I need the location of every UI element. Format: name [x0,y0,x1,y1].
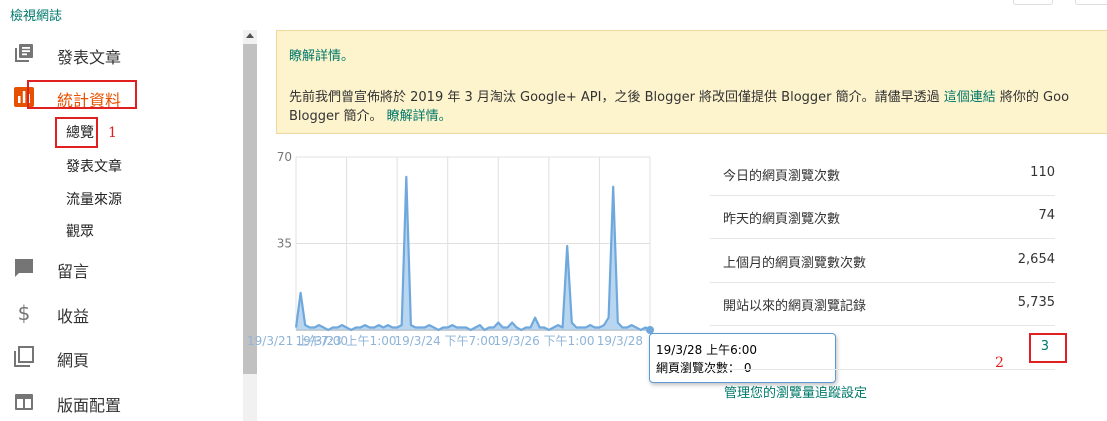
sidebar-item-comments[interactable]: 留言 [0,250,240,286]
stats-row-today: 今日的網頁瀏覽次數 110 [710,152,1055,196]
sidebar-item-earnings[interactable]: $ 收益 [0,295,240,331]
highlight-box-value [1029,333,1067,363]
annotation-label-1: 1 [108,125,117,141]
learn-more-link[interactable]: 瞭解詳情。 [289,49,354,64]
x-tick-label: 19/3/26 下午1:00 [493,334,594,348]
stats-value: 110 [1030,165,1055,180]
stats-label: 今日的網頁瀏覽次數 [723,169,841,184]
notice-text: Blogger 簡介。 [289,109,387,124]
chart-series [294,175,654,334]
view-blog-link[interactable]: 檢視網誌 [10,5,62,24]
comments-icon [15,259,33,277]
layout-icon [15,394,33,410]
chart-grid [295,156,651,331]
top-button[interactable] [1075,0,1107,5]
annotation-label-2: 2 [995,355,1004,371]
stats-value: 5,735 [1017,295,1055,310]
posts-icon [15,44,33,62]
notice-text: 先前我們曾宣佈將於 2019 年 3 月淘汰 Google+ API，之後 Bl… [289,90,944,105]
sidebar-sub-posts[interactable]: 發表文章 [66,156,122,176]
svg-text:$: $ [18,301,31,325]
sidebar-item-pages[interactable]: 網頁 [0,339,240,375]
pageviews-chart[interactable]: 703519/3/21 上午7:0019/3/23 上午1:0019/3/24 … [245,148,665,358]
top-bar: 檢視網誌 [0,0,1107,30]
sidebar-item-label: 發表文章 [57,48,122,67]
x-tick-label: 19/3/28 [597,334,643,348]
stats-label: 上個月的網頁瀏覽數次數 [723,256,867,271]
y-tick-label: 70 [277,150,292,164]
sidebar-item-posts[interactable]: 發表文章 [0,36,240,72]
notice-banner: 瞭解詳情。 先前我們曾宣佈將於 2019 年 3 月淘汰 Google+ API… [276,30,1107,134]
pages-icon [14,346,34,367]
stats-row-yesterday: 昨天的網頁瀏覽次數 74 [710,195,1055,239]
manage-tracking-link[interactable]: 管理您的瀏覽量追蹤設定 [724,382,867,401]
this-link[interactable]: 這個連結 [944,90,996,105]
stats-label: 昨天的網頁瀏覽次數 [723,212,841,227]
stats-row-last-month: 上個月的網頁瀏覽數次數 2,654 [710,239,1055,283]
stats-row-all-time: 開站以來的網頁瀏覽記錄 5,735 [710,282,1055,326]
chart-labels: 703519/3/21 上午7:0019/3/23 上午1:0019/3/24 … [247,150,643,348]
x-tick-label: 19/3/24 下午7:00 [394,334,495,348]
stats-label: 開站以來的網頁瀏覽記錄 [723,299,867,314]
series-line [294,175,651,332]
sidebar-item-label: 網頁 [57,351,90,370]
highlight-box-overview [55,117,98,148]
sidebar-item-label: 版面配置 [57,396,122,415]
top-button[interactable] [1013,0,1053,5]
notice-text: 將你的 Goo [995,90,1070,105]
sidebar-sub-traffic-sources[interactable]: 流量來源 [66,189,122,209]
stats-value: 2,654 [1017,252,1055,267]
sidebar-sub-audience[interactable]: 觀眾 [66,221,94,241]
sidebar-item-label: 收益 [57,307,90,326]
stats-value: 74 [1038,208,1055,223]
highlight-box-stats [27,80,137,109]
learn-more-link[interactable]: 瞭解詳情。 [387,109,452,124]
x-tick-label: 19/3/23 上午1:00 [295,334,396,348]
sidebar-item-label: 留言 [57,262,90,281]
series-area [296,176,650,330]
y-tick-label: 35 [277,237,292,251]
sidebar-item-layout[interactable]: 版面配置 [0,384,240,420]
scroll-up-icon[interactable] [246,33,254,38]
earnings-icon: $ [18,301,31,325]
